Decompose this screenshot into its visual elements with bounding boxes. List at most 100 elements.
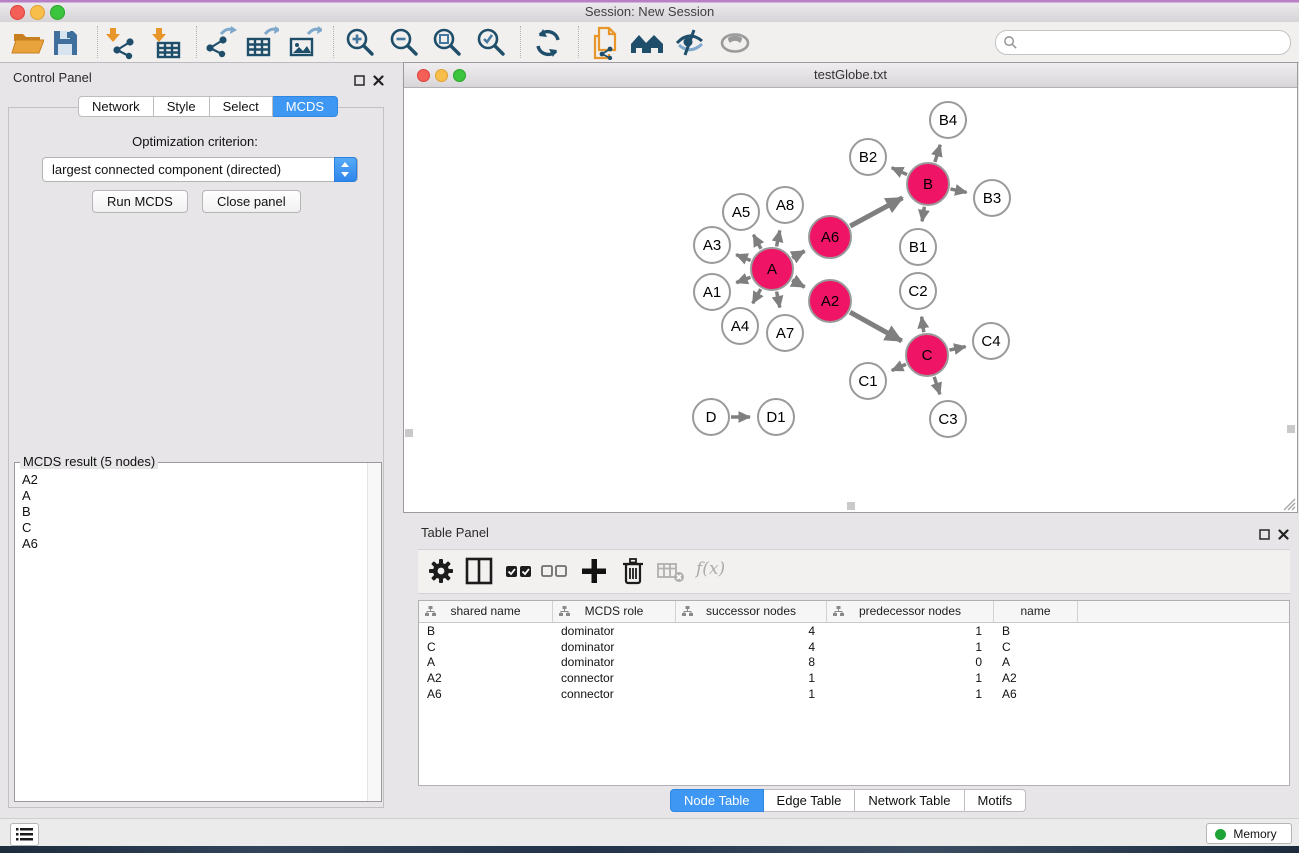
cell-name[interactable]: B bbox=[994, 623, 1078, 639]
graph-node-B4[interactable]: B4 bbox=[930, 102, 966, 138]
table-row[interactable]: Adominator80A bbox=[419, 654, 1289, 670]
graph-node-B3[interactable]: B3 bbox=[974, 180, 1010, 216]
graph-node-D1[interactable]: D1 bbox=[758, 399, 794, 435]
graph-node-C[interactable]: C bbox=[906, 334, 948, 376]
import-table-icon[interactable] bbox=[149, 26, 183, 60]
graph-edge-A-A2[interactable] bbox=[792, 280, 804, 287]
cell-mcds-role[interactable]: dominator bbox=[553, 639, 676, 655]
zoom-fit-icon[interactable] bbox=[431, 26, 465, 60]
tab-edge-table[interactable]: Edge Table bbox=[764, 789, 856, 812]
import-network-icon[interactable] bbox=[103, 26, 137, 60]
column-header-mcds-role[interactable]: MCDS role bbox=[553, 601, 676, 622]
mcds-result-item[interactable]: C bbox=[22, 520, 38, 536]
graph-edge-B-B2[interactable] bbox=[892, 168, 907, 175]
graph-edge-C-C3[interactable] bbox=[934, 377, 940, 394]
graph-edge-A-A5[interactable] bbox=[753, 235, 761, 249]
tab-motifs[interactable]: Motifs bbox=[965, 789, 1027, 812]
cell-predecessor-nodes[interactable]: 1 bbox=[827, 686, 994, 702]
export-table-icon[interactable] bbox=[245, 26, 279, 60]
close-panel-button[interactable]: Close panel bbox=[202, 190, 301, 213]
column-header-predecessor-nodes[interactable]: predecessor nodes bbox=[827, 601, 994, 622]
tab-mcds[interactable]: MCDS bbox=[273, 96, 338, 117]
deselect-all-icon[interactable] bbox=[540, 556, 570, 586]
graph-edge-B-B1[interactable] bbox=[922, 207, 924, 222]
graph-node-D[interactable]: D bbox=[693, 399, 729, 435]
graph-node-C1[interactable]: C1 bbox=[850, 363, 886, 399]
graph-edge-A-A4[interactable] bbox=[753, 289, 761, 303]
right-scroll-indicator[interactable] bbox=[1287, 425, 1295, 433]
graph-node-B[interactable]: B bbox=[907, 163, 949, 205]
cell-shared-name[interactable]: A6 bbox=[419, 686, 553, 702]
hide-panels-icon[interactable] bbox=[673, 26, 707, 60]
graph-node-A5[interactable]: A5 bbox=[723, 194, 759, 230]
zoom-selected-icon[interactable] bbox=[475, 26, 509, 60]
home-icon[interactable] bbox=[630, 26, 664, 60]
cell-mcds-role[interactable]: dominator bbox=[553, 654, 676, 670]
cell-name[interactable]: A bbox=[994, 654, 1078, 670]
delete-table-icon[interactable] bbox=[656, 556, 686, 586]
graph-node-A[interactable]: A bbox=[751, 248, 793, 290]
network-window-titlebar[interactable]: testGlobe.txt bbox=[404, 63, 1297, 88]
graph-edge-A-A6[interactable] bbox=[792, 251, 804, 258]
graph-edge-A6-B[interactable] bbox=[850, 198, 902, 226]
titlebar[interactable]: Session: New Session bbox=[0, 0, 1299, 23]
result-scrollbar[interactable] bbox=[367, 463, 381, 801]
cell-shared-name[interactable]: A2 bbox=[419, 670, 553, 686]
graph-node-B2[interactable]: B2 bbox=[850, 139, 886, 175]
select-all-icon[interactable] bbox=[504, 556, 534, 586]
graph-edge-C-C1[interactable] bbox=[892, 364, 906, 370]
column-header-name[interactable]: name bbox=[994, 601, 1078, 622]
graph-node-A2[interactable]: A2 bbox=[809, 280, 851, 322]
cell-predecessor-nodes[interactable]: 0 bbox=[827, 654, 994, 670]
graph-node-B1[interactable]: B1 bbox=[900, 229, 936, 265]
cell-successor-nodes[interactable]: 4 bbox=[676, 623, 827, 639]
graph-node-A7[interactable]: A7 bbox=[767, 315, 803, 351]
graph-node-C3[interactable]: C3 bbox=[930, 401, 966, 437]
mcds-result-item[interactable]: A6 bbox=[22, 536, 38, 552]
tab-network-table[interactable]: Network Table bbox=[855, 789, 964, 812]
cell-predecessor-nodes[interactable]: 1 bbox=[827, 639, 994, 655]
graph-edge-B-B4[interactable] bbox=[935, 145, 940, 162]
cell-predecessor-nodes[interactable]: 1 bbox=[827, 670, 994, 686]
run-mcds-button[interactable]: Run MCDS bbox=[92, 190, 188, 213]
graph-edge-A-A7[interactable] bbox=[777, 292, 780, 308]
cell-successor-nodes[interactable]: 1 bbox=[676, 686, 827, 702]
function-builder-icon[interactable]: f(x) bbox=[696, 559, 738, 589]
mcds-result-item[interactable]: A bbox=[22, 488, 38, 504]
cell-successor-nodes[interactable]: 1 bbox=[676, 670, 827, 686]
export-image-icon[interactable] bbox=[288, 26, 322, 60]
refresh-icon[interactable] bbox=[531, 26, 565, 60]
graph-edge-C-C4[interactable] bbox=[949, 347, 965, 351]
float-table-panel-icon[interactable] bbox=[1259, 527, 1271, 539]
search-box[interactable] bbox=[995, 30, 1291, 55]
tab-select[interactable]: Select bbox=[210, 96, 273, 117]
close-table-panel-icon[interactable] bbox=[1278, 527, 1290, 539]
show-columns-icon[interactable] bbox=[464, 556, 494, 586]
column-header-shared-name[interactable]: shared name bbox=[419, 601, 553, 622]
left-scroll-indicator[interactable] bbox=[405, 429, 413, 437]
cell-mcds-role[interactable]: connector bbox=[553, 670, 676, 686]
graph-node-C4[interactable]: C4 bbox=[973, 323, 1009, 359]
cell-mcds-role[interactable]: connector bbox=[553, 686, 676, 702]
graph-edge-A-A1[interactable] bbox=[736, 277, 750, 282]
cell-shared-name[interactable]: A bbox=[419, 654, 553, 670]
mcds-result-item[interactable]: A2 bbox=[22, 472, 38, 488]
graph-edge-A-A3[interactable] bbox=[736, 255, 751, 261]
delete-column-icon[interactable] bbox=[618, 556, 648, 586]
column-header-successor-nodes[interactable]: successor nodes bbox=[676, 601, 827, 622]
graph-edge-B-B3[interactable] bbox=[950, 189, 966, 193]
float-panel-icon[interactable] bbox=[354, 73, 366, 85]
cell-name[interactable]: C bbox=[994, 639, 1078, 655]
cell-successor-nodes[interactable]: 4 bbox=[676, 639, 827, 655]
show-graphics-icon[interactable] bbox=[718, 26, 752, 60]
open-session-file-icon[interactable] bbox=[590, 26, 624, 60]
network-graph-canvas[interactable]: B4B2BB3A8A5A6A3B1AA1C2A2A4A7C4CC1C3DD1 bbox=[404, 88, 1297, 512]
save-session-icon[interactable] bbox=[48, 26, 82, 60]
cell-predecessor-nodes[interactable]: 1 bbox=[827, 623, 994, 639]
graph-node-A6[interactable]: A6 bbox=[809, 216, 851, 258]
zoom-in-icon[interactable] bbox=[344, 26, 378, 60]
table-row[interactable]: A6connector11A6 bbox=[419, 686, 1289, 702]
tab-network[interactable]: Network bbox=[78, 96, 154, 117]
table-settings-icon[interactable] bbox=[426, 556, 456, 586]
search-input[interactable] bbox=[1022, 33, 1281, 52]
